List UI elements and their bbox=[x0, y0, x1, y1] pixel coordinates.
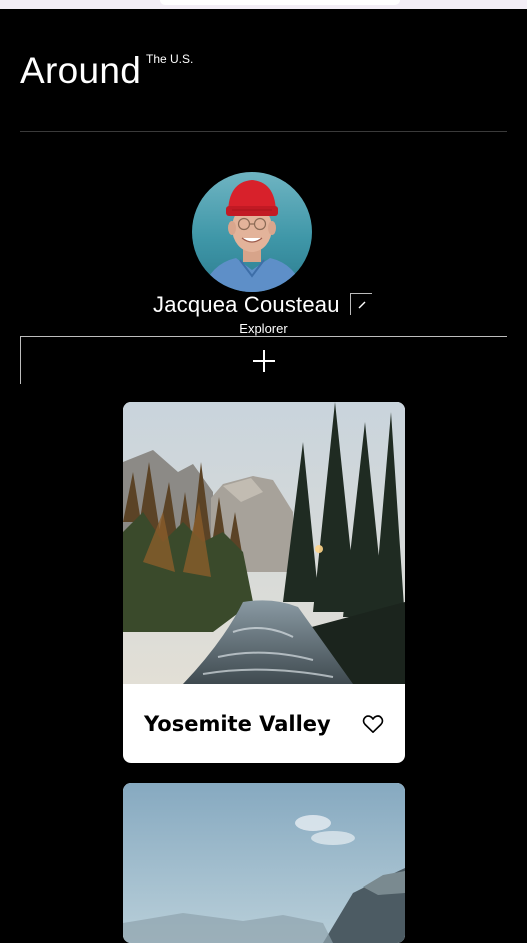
logo-main-text: Around bbox=[20, 50, 142, 91]
edit-profile-button[interactable] bbox=[350, 293, 372, 315]
profile-name: Jacquea Cousteau bbox=[153, 292, 340, 317]
place-image[interactable] bbox=[123, 402, 405, 684]
place-image[interactable] bbox=[123, 783, 405, 943]
place-card: Yosemite Valley bbox=[123, 402, 405, 763]
avatar bbox=[192, 172, 312, 292]
add-place-button[interactable] bbox=[20, 336, 507, 384]
profile-role: Explorer bbox=[239, 321, 288, 336]
place-card bbox=[123, 783, 405, 943]
card-footer: Yosemite Valley bbox=[123, 684, 405, 763]
like-button[interactable] bbox=[361, 713, 385, 735]
pencil-icon bbox=[358, 301, 365, 308]
browser-top-strip bbox=[0, 0, 527, 9]
heart-outline-icon bbox=[362, 714, 384, 733]
site-logo[interactable]: Around The U.S. bbox=[20, 50, 193, 92]
plus-icon bbox=[253, 349, 275, 372]
card-title: Yosemite Valley bbox=[144, 711, 331, 736]
avatar-photo bbox=[192, 172, 312, 292]
site-header: Around The U.S. bbox=[20, 50, 507, 132]
browser-tab-edge bbox=[160, 0, 400, 5]
logo-superscript: The U.S. bbox=[146, 52, 194, 66]
header-divider bbox=[20, 131, 507, 132]
